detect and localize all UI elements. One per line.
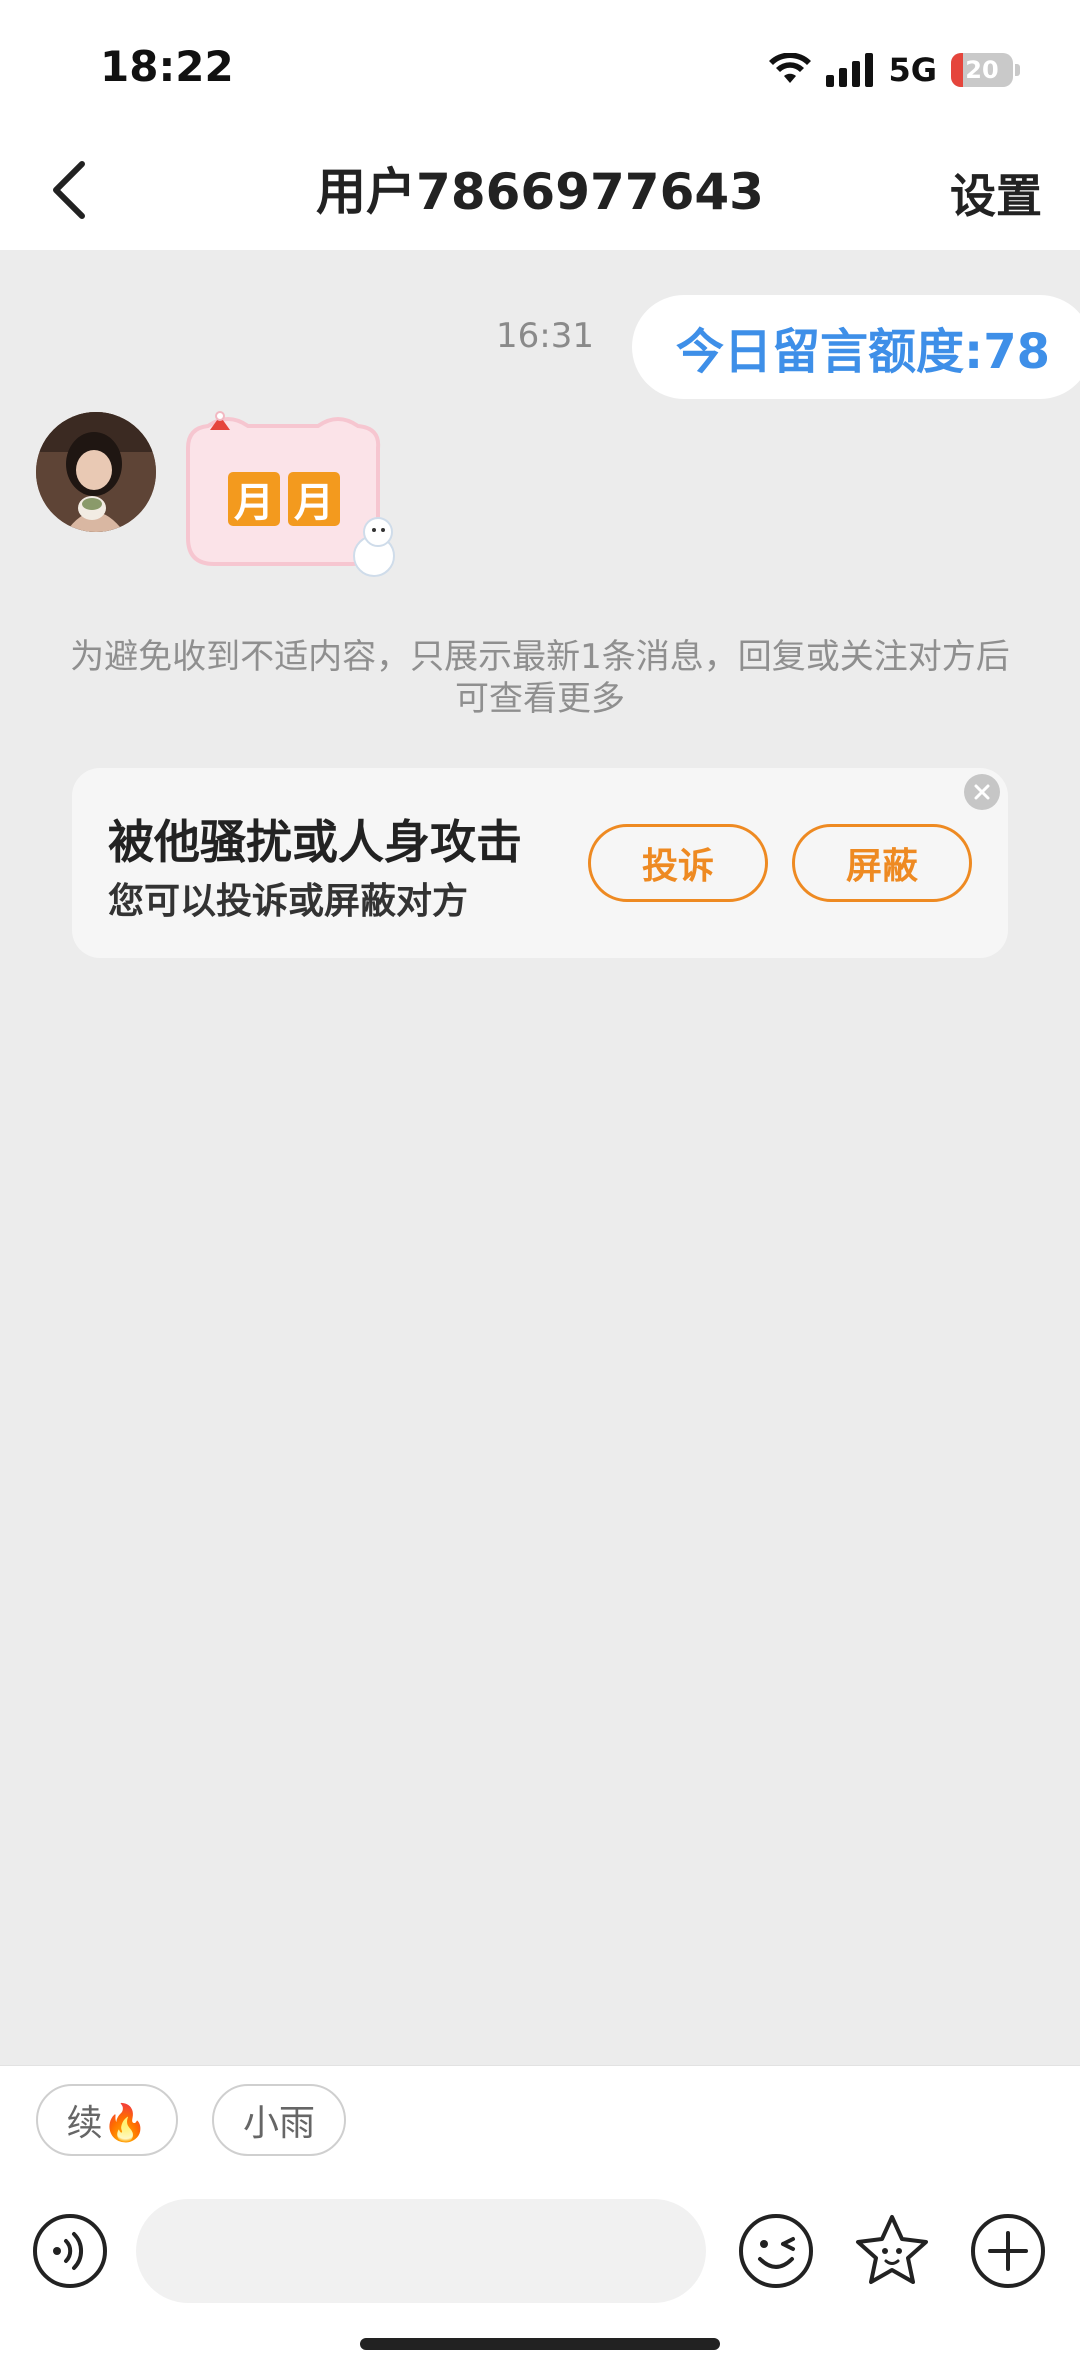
voice-icon: [33, 2214, 107, 2288]
battery-level: 20: [965, 56, 999, 84]
wifi-icon: [769, 53, 812, 83]
star-icon: [856, 2215, 928, 2284]
report-card-title: 被他骚扰或人身攻击: [108, 815, 522, 869]
settings-button[interactable]: 设置: [950, 160, 1042, 226]
nav-bar: 用户7866977643 设置: [0, 130, 1080, 250]
card-close-button[interactable]: [964, 774, 1000, 810]
chat-area[interactable]: 16:31 今日留言额度:78 月 月 为避免收到不适内容，只展示最新1条消息，…: [0, 250, 1080, 2065]
block-button[interactable]: 屏蔽: [792, 824, 972, 902]
message-timestamp: 16:31: [496, 316, 594, 356]
emoji-button[interactable]: [736, 2211, 816, 2291]
plus-icon: [971, 2214, 1045, 2288]
voice-button[interactable]: [30, 2211, 110, 2291]
close-circle-icon: [974, 784, 990, 800]
signal-icon: [826, 53, 874, 87]
status-bar: 18:22 5G 20: [0, 0, 1080, 130]
privacy-notice: 为避免收到不适内容，只展示最新1条消息，回复或关注对方后可查看更多: [70, 637, 1010, 719]
sticker-message[interactable]: 月 月: [168, 408, 408, 588]
message-input[interactable]: [136, 2199, 706, 2303]
quick-reply-chip[interactable]: 续🔥: [36, 2084, 178, 2156]
avatar-image: [36, 412, 156, 532]
page-title: 用户7866977643: [316, 163, 764, 221]
report-card-subtitle: 您可以投诉或屏蔽对方: [108, 881, 469, 922]
quota-bubble: 今日留言额度:78: [632, 295, 1080, 399]
network-label: 5G: [888, 51, 937, 89]
quick-reply-chip[interactable]: 小雨: [212, 2084, 346, 2156]
bottom-panel: 续🔥 小雨: [0, 2065, 1080, 2373]
status-time: 18:22: [100, 42, 234, 91]
battery-fill: [951, 53, 964, 87]
sticker-button[interactable]: [852, 2211, 932, 2291]
report-card: 被他骚扰或人身攻击 您可以投诉或屏蔽对方 投诉 屏蔽: [72, 768, 1008, 958]
status-icons: 5G 20: [768, 50, 1020, 90]
battery-tip: [1015, 64, 1020, 76]
sticker-char: 月: [288, 472, 340, 526]
battery-icon: 20: [951, 53, 1013, 87]
emoji-icon: [739, 2214, 813, 2288]
sticker-char: 月: [228, 472, 280, 526]
avatar[interactable]: [36, 412, 156, 532]
complain-button[interactable]: 投诉: [588, 824, 768, 902]
sticker-text: 月 月: [228, 472, 340, 526]
more-button[interactable]: [968, 2211, 1048, 2291]
home-indicator[interactable]: [360, 2338, 720, 2350]
